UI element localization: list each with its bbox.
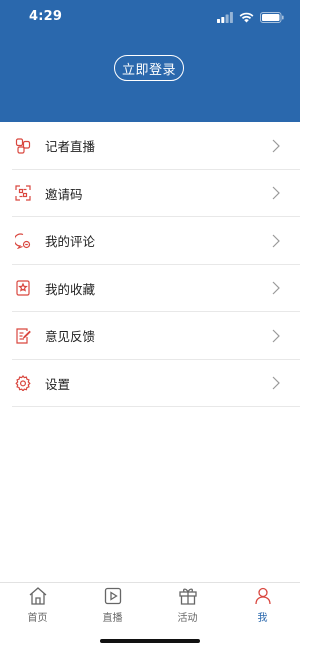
- reporter-live-icon: [15, 138, 31, 154]
- menu-label: 我的评论: [45, 234, 96, 250]
- home-icon: [29, 587, 46, 605]
- tab-label: 活动: [177, 613, 198, 624]
- chevron-right-icon: [272, 329, 280, 343]
- menu-item-my-favorites[interactable]: 我的收藏: [0, 265, 300, 313]
- tab-label: 我: [257, 613, 268, 624]
- comment-icon: [15, 233, 31, 249]
- feedback-icon: [16, 328, 31, 344]
- menu-label: 邀请码: [45, 186, 83, 202]
- menu-item-my-comments[interactable]: 我的评论: [0, 217, 300, 265]
- chevron-right-icon: [272, 139, 280, 153]
- tab-activity[interactable]: 活动: [150, 583, 225, 633]
- status-bar: 4:29: [0, 0, 300, 34]
- status-time: 4:29: [29, 9, 63, 24]
- play-icon: [104, 587, 121, 605]
- battery-icon: [260, 11, 284, 23]
- menu-item-feedback[interactable]: 意见反馈: [0, 312, 300, 360]
- menu-item-invite-code[interactable]: 邀请码: [0, 170, 300, 218]
- wifi-icon: [239, 12, 254, 22]
- chevron-right-icon: [272, 281, 280, 295]
- signal-icon: [217, 11, 233, 23]
- tab-label: 首页: [27, 613, 48, 624]
- menu-label: 意见反馈: [45, 329, 96, 345]
- tab-home[interactable]: 首页: [0, 583, 75, 633]
- login-button[interactable]: 立即登录: [114, 55, 184, 81]
- invite-code-icon: [15, 185, 31, 201]
- menu-label: 我的收藏: [45, 281, 96, 297]
- profile-menu: 记者直播 邀请码 我的评论 我的收藏 意见反馈 设置: [0, 122, 300, 407]
- tab-live[interactable]: 直播: [75, 583, 150, 633]
- home-indicator: [100, 639, 200, 643]
- chevron-right-icon: [272, 186, 280, 200]
- tab-label: 直播: [102, 613, 123, 624]
- favorites-icon: [16, 280, 30, 296]
- status-icons: [217, 11, 284, 23]
- tab-me[interactable]: 我: [225, 583, 300, 633]
- chevron-right-icon: [272, 376, 280, 390]
- profile-icon: [254, 587, 271, 605]
- gift-icon: [178, 588, 197, 605]
- profile-header: 4:29 立即登录: [0, 0, 300, 122]
- menu-item-settings[interactable]: 设置: [0, 360, 300, 408]
- chevron-right-icon: [272, 234, 280, 248]
- menu-label: 设置: [45, 376, 71, 392]
- menu-label: 记者直播: [45, 139, 96, 155]
- menu-item-reporter-live[interactable]: 记者直播: [0, 122, 300, 170]
- settings-icon: [15, 375, 31, 392]
